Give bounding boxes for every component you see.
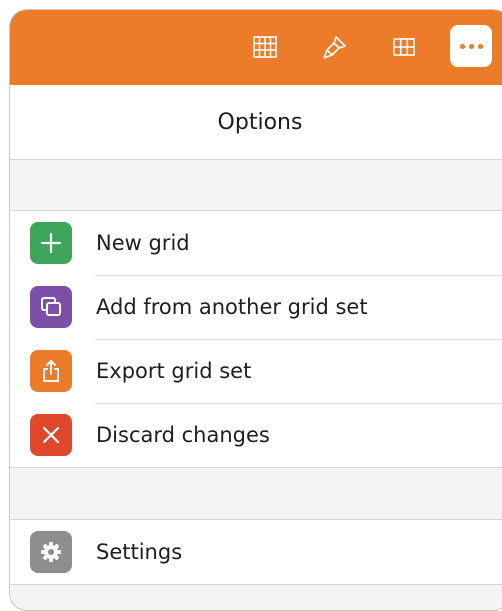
menu-item-label: Export grid set	[96, 359, 252, 383]
more-icon	[459, 43, 483, 49]
toolbar	[10, 10, 502, 85]
settings-menu: Settings	[10, 519, 502, 585]
menu-item-label: Discard changes	[96, 423, 270, 447]
menu-item-export-grid-set[interactable]: Export grid set	[10, 339, 502, 403]
copy-icon	[30, 286, 72, 328]
options-popover: Options New grid Add from another grid s…	[9, 9, 502, 611]
menu-item-settings[interactable]: Settings	[10, 520, 502, 584]
grid-cells-icon[interactable]	[252, 34, 278, 60]
menu-item-new-grid[interactable]: New grid	[10, 211, 502, 275]
more-options-button[interactable]	[450, 25, 492, 67]
plus-icon	[30, 222, 72, 264]
gear-icon	[30, 531, 72, 573]
menu-item-label: New grid	[96, 231, 190, 255]
menu-item-label: Add from another grid set	[96, 295, 368, 319]
table-grid-icon[interactable]	[391, 34, 417, 60]
export-icon	[30, 350, 72, 392]
panel-title: Options	[217, 109, 303, 135]
menu-item-discard-changes[interactable]: Discard changes	[10, 403, 502, 467]
paint-brush-icon[interactable]	[322, 34, 348, 60]
close-icon	[30, 414, 72, 456]
options-menu: New grid Add from another grid set Expor…	[10, 210, 502, 468]
menu-item-label: Settings	[96, 540, 183, 564]
panel-header: Options	[10, 85, 502, 160]
menu-item-add-from-grid-set[interactable]: Add from another grid set	[10, 275, 502, 339]
